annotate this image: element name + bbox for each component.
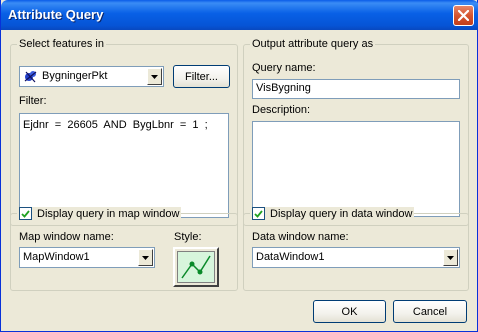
ok-button[interactable]: OK: [313, 300, 386, 323]
data-window-group: Display query in data window Data window…: [243, 207, 469, 291]
filter-label: Filter:: [19, 95, 47, 107]
output-query-legend: Output attribute query as: [252, 38, 374, 50]
select-features-group: Select features in BygningerPkt Filter..…: [10, 38, 238, 226]
data-window-label: Data window name:: [252, 231, 349, 243]
select-features-legend: Select features in: [19, 38, 104, 50]
attribute-query-dialog: Attribute Query Select features in Bygni…: [0, 0, 478, 332]
query-name-input[interactable]: VisBygning: [252, 79, 460, 99]
title-bar[interactable]: Attribute Query: [1, 0, 478, 30]
output-query-group: Output attribute query as Query name: Vi…: [243, 38, 469, 226]
line-style-preview: [177, 251, 215, 283]
data-window-dropdown-arrow[interactable]: [443, 249, 458, 266]
description-textarea[interactable]: [252, 121, 460, 217]
chevron-down-icon: [142, 255, 149, 260]
layer-combobox[interactable]: BygningerPkt: [19, 66, 164, 87]
filter-button-label: Filter...: [184, 70, 218, 83]
map-window-dropdown-arrow[interactable]: [138, 249, 153, 266]
map-window-label: Map window name:: [19, 231, 114, 243]
layer-value: BygningerPkt: [42, 70, 108, 82]
close-button[interactable]: [453, 5, 474, 26]
filter-text: Ejdnr = 26605 AND BygLbnr = 1 ;: [23, 119, 208, 131]
chevron-down-icon: [151, 74, 158, 79]
filter-button[interactable]: Filter...: [173, 65, 230, 88]
dialog-title: Attribute Query: [8, 7, 104, 22]
line-style-icon: [181, 255, 211, 279]
style-button[interactable]: [173, 247, 219, 287]
chevron-down-icon: [447, 255, 454, 260]
close-icon: [458, 10, 469, 21]
display-data-checkbox[interactable]: [252, 207, 265, 220]
description-label: Description:: [252, 104, 311, 116]
query-name-value: VisBygning: [256, 82, 311, 94]
map-window-combobox[interactable]: MapWindow1: [19, 247, 155, 268]
cancel-button-label: Cancel: [412, 305, 448, 318]
map-window-group: Display query in map window Map window n…: [10, 207, 238, 291]
data-window-combobox[interactable]: DataWindow1: [252, 247, 460, 268]
ok-button-label: OK: [341, 305, 358, 318]
display-map-checkbox[interactable]: [19, 207, 32, 220]
display-data-label[interactable]: Display query in data window: [270, 208, 412, 220]
cancel-button[interactable]: Cancel: [393, 300, 467, 323]
display-map-label[interactable]: Display query in map window: [37, 208, 179, 220]
layer-dropdown-arrow[interactable]: [147, 68, 162, 85]
style-label: Style:: [174, 231, 202, 243]
checkmark-icon: [21, 209, 30, 218]
query-name-label: Query name:: [252, 62, 316, 74]
dialog-body: Select features in BygningerPkt Filter..…: [1, 30, 477, 331]
filter-textarea[interactable]: Ejdnr = 26605 AND BygLbnr = 1 ;: [19, 113, 229, 218]
map-window-value: MapWindow1: [23, 251, 90, 263]
data-window-value: DataWindow1: [256, 251, 325, 263]
checkmark-icon: [254, 209, 263, 218]
layer-icon: [23, 69, 38, 87]
